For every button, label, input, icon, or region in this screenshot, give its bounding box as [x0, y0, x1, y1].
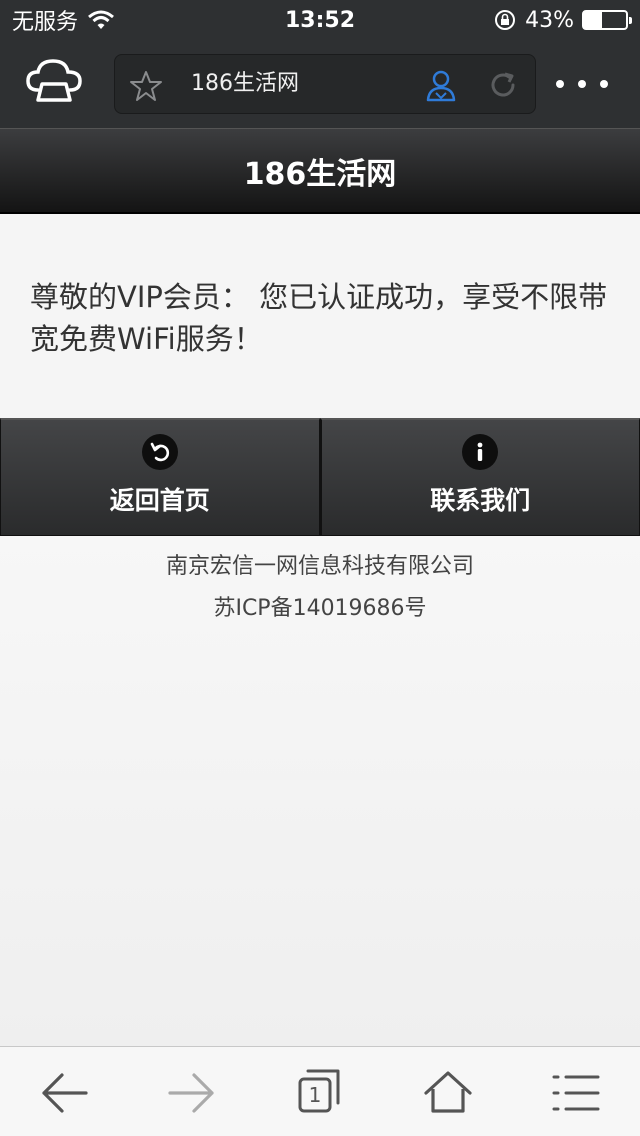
icp-license: 苏ICP备14019686号 — [213, 596, 427, 621]
action-buttons: 返回首页 联系我们 — [0, 418, 640, 536]
orientation-lock-icon — [495, 10, 516, 30]
contact-button[interactable]: 联系我们 — [319, 418, 640, 536]
tab-count: 1 — [308, 1083, 322, 1107]
reload-icon[interactable] — [487, 69, 519, 101]
status-bar: 无服务 13:52 43% — [0, 0, 640, 40]
battery-level — [584, 12, 603, 28]
status-left: 无服务 — [12, 4, 114, 36]
home-button-label: 返回首页 — [109, 486, 210, 515]
battery-icon — [582, 10, 632, 30]
vip-user-icon[interactable] — [423, 67, 459, 103]
more-dot — [556, 80, 564, 88]
wifi-icon — [88, 10, 114, 29]
address-bar[interactable]: 186生活网 — [114, 54, 536, 114]
company-name: 南京宏信一网信息科技有限公司 — [165, 554, 474, 579]
browser-toolbar: 186生活网 — [0, 40, 640, 128]
cloud-icon[interactable] — [24, 56, 86, 108]
more-dot — [578, 80, 586, 88]
url-title[interactable]: 186生活网 — [191, 69, 299, 99]
menu-icon[interactable] — [548, 1065, 604, 1121]
home-button[interactable]: 返回首页 — [0, 418, 320, 536]
return-icon — [141, 434, 178, 470]
back-icon[interactable] — [36, 1065, 92, 1121]
more-icon[interactable] — [556, 70, 608, 98]
page-title: 186生活网 — [0, 128, 640, 214]
auth-success-message: 尊敬的VIP会员： 您已认证成功，享受不限带宽免费WiFi服务！ — [30, 280, 608, 356]
contact-button-label: 联系我们 — [430, 486, 531, 515]
tabs-icon[interactable]: 1 — [292, 1065, 348, 1121]
message-area: 尊敬的VIP会员： 您已认证成功，享受不限带宽免费WiFi服务！ — [0, 214, 640, 418]
star-icon[interactable] — [129, 69, 163, 103]
forward-icon[interactable] — [164, 1065, 220, 1121]
battery-percent: 43% — [525, 7, 574, 33]
status-right: 43% — [493, 7, 632, 33]
carrier-label: 无服务 — [12, 10, 79, 35]
footer: 南京宏信一网信息科技有限公司 苏ICP备14019686号 — [0, 536, 640, 1046]
bottom-toolbar: 1 — [0, 1046, 640, 1136]
home-icon[interactable] — [420, 1065, 476, 1121]
more-dot — [600, 80, 608, 88]
info-icon — [462, 434, 499, 470]
